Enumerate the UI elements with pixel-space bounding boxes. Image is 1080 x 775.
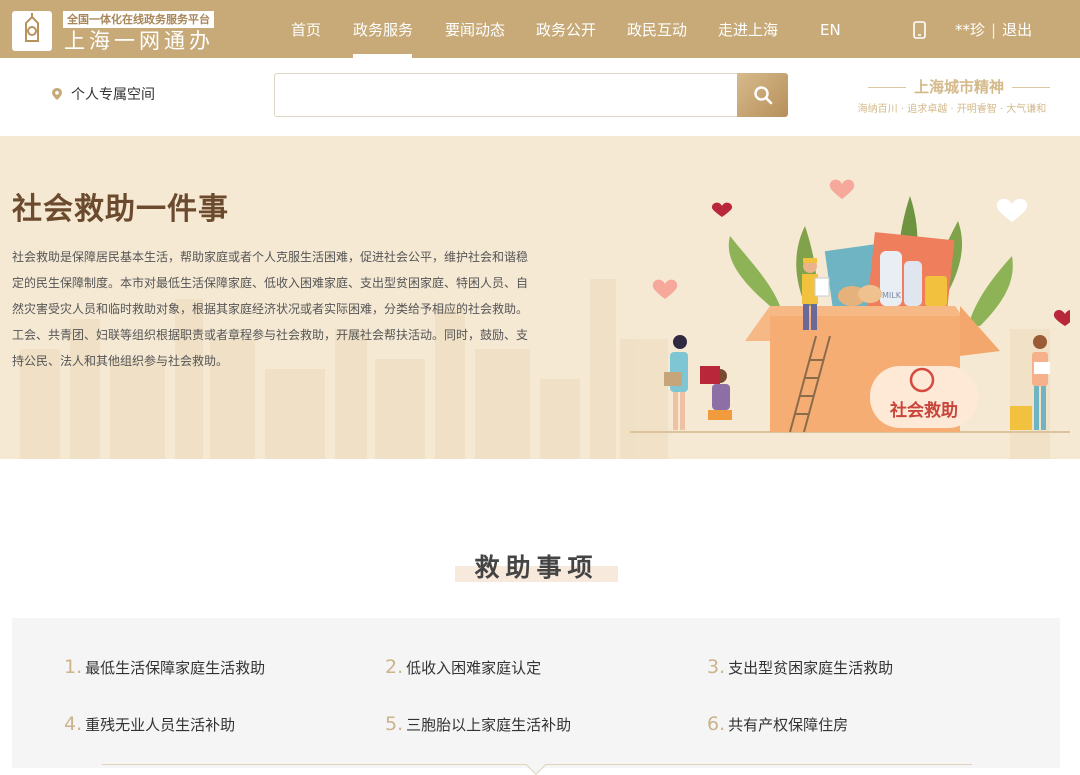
item-label: 低收入困难家庭认定 <box>406 659 542 677</box>
item-number: 4. <box>64 713 83 735</box>
search-input[interactable] <box>274 73 738 117</box>
search-button[interactable] <box>737 73 788 117</box>
section-title: 救助事项 <box>474 553 599 582</box>
nav-gov-affairs[interactable]: 政务公开 <box>536 0 596 58</box>
city-spirit-title: 上海城市精神 <box>860 76 1051 97</box>
item-label: 三胞胎以上家庭生活补助 <box>406 716 572 734</box>
logout-link[interactable]: 退出 <box>1002 21 1032 39</box>
box-label: 社会救助 <box>889 400 958 421</box>
search-icon <box>753 86 772 105</box>
item-label: 重残无业人员生活补助 <box>85 716 236 734</box>
site-name[interactable]: 上海一网通办 <box>64 28 214 54</box>
milk-label: MILK <box>882 291 902 300</box>
item-number: 6. <box>707 713 726 735</box>
item-number: 2. <box>385 656 404 678</box>
mobile-phone-icon[interactable] <box>913 21 926 43</box>
assistance-item[interactable]: 1. 最低生活保障家庭生活救助 <box>64 656 265 678</box>
platform-tag: 全国一体化在线政务服务平台 <box>63 11 214 28</box>
banner-title: 社会救助一件事 <box>12 192 229 227</box>
nav-gov-services[interactable]: 政务服务 <box>353 0 413 58</box>
spirit-right-rule <box>1012 87 1051 88</box>
assistance-item[interactable]: 6. 共有产权保障住房 <box>707 713 848 735</box>
spirit-left-rule <box>868 87 906 88</box>
user-area: **珍 | 退出 <box>955 0 1032 58</box>
user-separator: | <box>991 21 997 39</box>
nav-interaction[interactable]: 政民互动 <box>627 0 687 58</box>
section-heading: 救助事项 <box>455 548 618 582</box>
assistance-item[interactable]: 5. 三胞胎以上家庭生活补助 <box>385 713 571 735</box>
top-navigation-bar: 全国一体化在线政务服务平台 上海一网通办 首页 政务服务 要闻动态 政务公开 政… <box>0 0 1080 58</box>
item-number: 5. <box>385 713 404 735</box>
assistance-item[interactable]: 3. 支出型贫困家庭生活救助 <box>707 656 893 678</box>
social-assistance-illustration: MILK 社会救助 <box>630 179 1070 433</box>
search-row: 个人专属空间 上海城市精神 海纳百川 · 追求卓越 · 开明睿智 · 大气谦和 <box>0 58 1080 136</box>
nav-news[interactable]: 要闻动态 <box>445 0 505 58</box>
assistance-item[interactable]: 2. 低收入困难家庭认定 <box>385 656 541 678</box>
user-name[interactable]: **珍 <box>955 21 985 39</box>
nav-english[interactable]: EN <box>820 0 841 58</box>
item-number: 3. <box>707 656 726 678</box>
item-label: 最低生活保障家庭生活救助 <box>85 659 266 677</box>
personal-space-link[interactable]: 个人专属空间 <box>71 84 155 104</box>
city-spirit-text: 上海城市精神 <box>914 78 1005 96</box>
assistance-item[interactable]: 4. 重残无业人员生活补助 <box>64 713 235 735</box>
expand-chevron-icon[interactable] <box>526 755 546 775</box>
city-spirit-subtitle: 海纳百川 · 追求卓越 · 开明睿智 · 大气谦和 <box>857 104 1047 115</box>
hero-banner: 社会救助一件事 社会救助是保障居民基本生活，帮助家庭或者个人克服生活困难，促进社… <box>0 136 1080 459</box>
site-logo-icon[interactable] <box>12 11 52 51</box>
location-pin-icon <box>51 86 63 105</box>
nav-about-shanghai[interactable]: 走进上海 <box>718 0 778 58</box>
item-number: 1. <box>64 656 83 678</box>
assistance-items-panel: 1. 最低生活保障家庭生活救助 2. 低收入困难家庭认定 3. 支出型贫困家庭生活救助… <box>12 618 1060 775</box>
item-label: 支出型贫困家庭生活救助 <box>728 659 894 677</box>
banner-description: 社会救助是保障居民基本生活，帮助家庭或者个人克服生活困难，促进社会公平，维护社会… <box>12 250 529 368</box>
item-label: 共有产权保障住房 <box>728 716 849 734</box>
nav-home[interactable]: 首页 <box>291 0 321 58</box>
